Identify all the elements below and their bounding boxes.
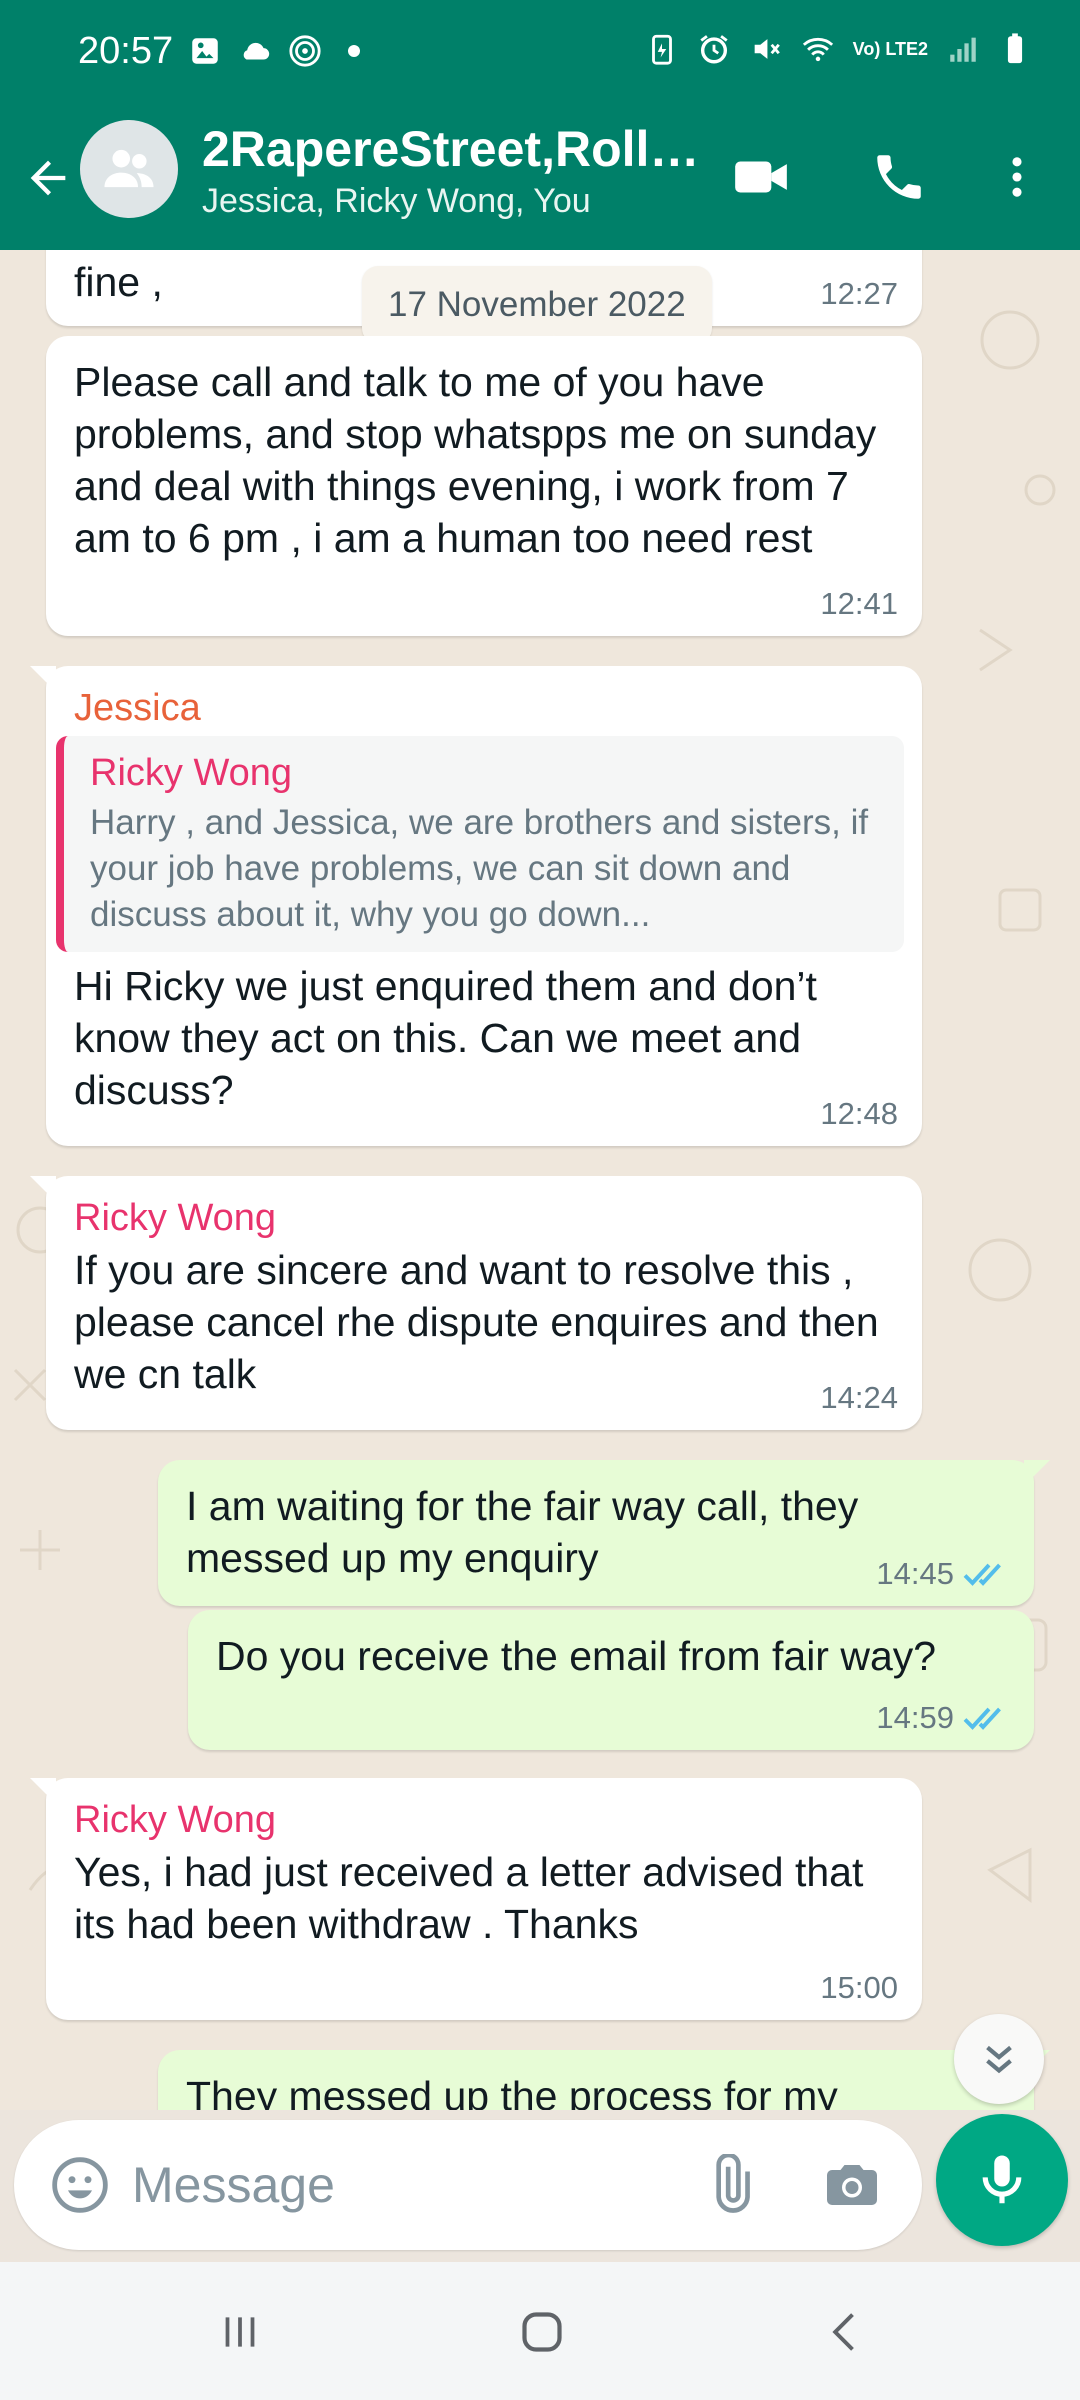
message-time: 12:27 (820, 276, 898, 311)
quote-text: Harry , and Jessica, we are brothers and… (90, 803, 869, 934)
status-time: 20:57 (78, 30, 174, 72)
emoji-button[interactable] (40, 2145, 120, 2225)
voice-call-button[interactable] (854, 132, 944, 222)
cloud-icon (243, 42, 270, 60)
chevron-left-icon (832, 2313, 854, 2351)
attach-button[interactable] (690, 2145, 770, 2225)
notification-dot (348, 45, 360, 57)
message-text: fine , (74, 259, 163, 305)
recents-icon (225, 2317, 255, 2347)
quote-author: Ricky Wong (90, 752, 293, 794)
camera-icon (827, 2165, 877, 2205)
video-call-button[interactable] (716, 132, 806, 222)
message-time: 15:00 (820, 1970, 898, 2005)
mute-icon (754, 39, 780, 59)
message-bubble[interactable]: Ricky Wong If you are sincere and want t… (30, 1176, 922, 1430)
message-time: 14:45 (876, 1556, 1010, 1592)
message-bubble[interactable]: They messed up the process for my (158, 2050, 1050, 2110)
battery-icon (1007, 33, 1023, 64)
back-nav-button[interactable] (786, 2292, 906, 2372)
back-button[interactable] (16, 138, 80, 218)
date-separator: 17 November 2022 (362, 266, 712, 344)
group-avatar[interactable] (80, 120, 178, 218)
home-icon (522, 2312, 562, 2352)
sender-name[interactable]: Jessica (74, 686, 894, 730)
more-options-button[interactable] (972, 132, 1062, 222)
message-text: I am waiting for the fair way call, they… (186, 1483, 859, 1581)
home-button[interactable] (482, 2292, 602, 2372)
message-bubble[interactable]: Ricky Wong Yes, i had just received a le… (30, 1778, 922, 2020)
sender-name[interactable]: Ricky Wong (74, 1798, 894, 1842)
chat-header: 2RapereStreet,Rolle... Jessica, Ricky Wo… (0, 108, 1080, 250)
smiley-icon (52, 2157, 108, 2213)
message-text: If you are sincere and want to resolve t… (74, 1247, 879, 1397)
status-bar: 20:57 Vo) LTE2 (0, 0, 1080, 108)
message-text: Yes, i had just received a letter advise… (74, 1849, 864, 1947)
message-composer (14, 2120, 922, 2250)
voice-message-button[interactable] (936, 2114, 1068, 2246)
message-text: Please call and talk to me of you have p… (74, 359, 877, 561)
gallery-icon (192, 38, 218, 64)
signal-icon (950, 37, 976, 62)
alarm-icon (700, 35, 728, 64)
chat-participants[interactable]: Jessica, Ricky Wong, You (202, 182, 591, 221)
phone-icon (877, 155, 921, 199)
quoted-message[interactable]: Ricky Wong Harry , and Jessica, we are b… (56, 736, 904, 952)
message-time: 12:48 (820, 1096, 898, 1131)
message-text: They messed up the process for my (186, 2073, 838, 2110)
message-text: Do you receive the email from fair way? (216, 1633, 937, 1679)
hotspot-icon (289, 35, 321, 67)
message-time: 14:59 (876, 1700, 1010, 1736)
message-bubble[interactable]: Jessica Ricky Wong Harry , and Jessica, … (30, 666, 922, 1146)
double-chevron-down-icon (986, 2045, 1012, 2074)
scroll-to-bottom-button[interactable] (954, 2014, 1044, 2104)
message-text: Hi Ricky we just enquired them and don’t… (74, 963, 817, 1113)
message-list[interactable]: fine , 12:27 17 November 2022 Please cal… (0, 250, 1080, 2110)
chat-title[interactable]: 2RapereStreet,Rolle... (202, 120, 702, 178)
message-bubble[interactable]: Do you receive the email from fair way? … (188, 1610, 1034, 1750)
read-receipt-icon (963, 1563, 1001, 1586)
sender-name[interactable]: Ricky Wong (74, 1196, 894, 1240)
message-input[interactable] (132, 2150, 692, 2220)
network-label: Vo) LTE2 (852, 39, 928, 59)
video-camera-icon (735, 161, 787, 193)
message-time: 14:24 (820, 1380, 898, 1415)
message-time: 12:41 (820, 586, 898, 621)
wifi-icon (802, 37, 833, 62)
recent-apps-button[interactable] (180, 2292, 300, 2372)
system-navigation-bar (0, 2262, 1080, 2400)
camera-button[interactable] (812, 2145, 892, 2225)
message-bubble[interactable]: I am waiting for the fair way call, they… (158, 1460, 1050, 1606)
group-icon (104, 149, 154, 188)
arrow-left-icon (30, 160, 66, 196)
paperclip-icon (716, 2154, 750, 2213)
more-vertical-icon (1012, 157, 1022, 197)
message-bubble[interactable]: Please call and talk to me of you have p… (46, 336, 922, 636)
read-receipt-icon (963, 1707, 1001, 1730)
battery-saver-icon (651, 34, 672, 65)
microphone-icon (982, 2155, 1022, 2204)
